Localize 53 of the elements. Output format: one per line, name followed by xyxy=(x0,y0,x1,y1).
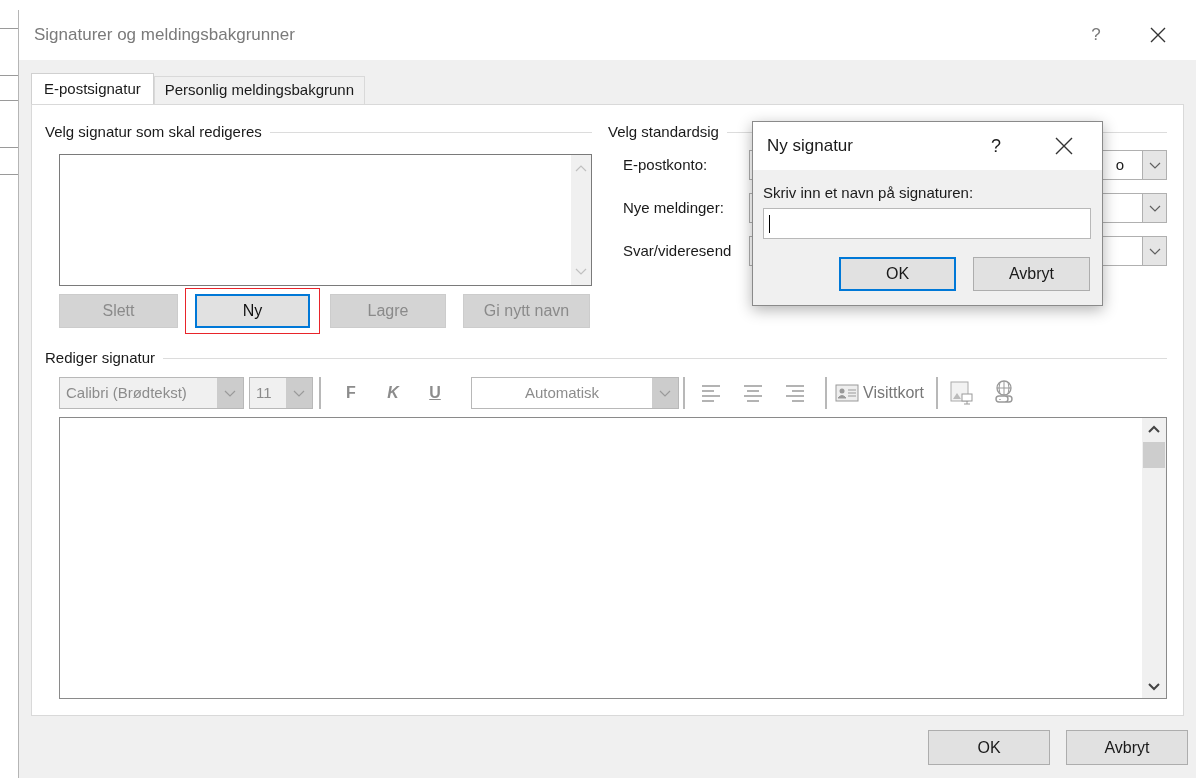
chevron-up-icon xyxy=(1148,425,1160,433)
format-button[interactable]: U xyxy=(423,379,447,407)
business-card-button[interactable]: Visittkort xyxy=(835,379,925,407)
chevron-down-icon xyxy=(1148,204,1161,212)
help-button[interactable]: ? xyxy=(1086,22,1106,48)
name-input[interactable] xyxy=(763,208,1091,239)
close-button[interactable] xyxy=(1148,25,1168,45)
group-heading: Velg signatur som skal redigeres xyxy=(45,121,262,142)
button[interactable]: OK xyxy=(928,730,1050,765)
prompt-label: Skriv inn et navn på signaturen: xyxy=(763,183,975,202)
signature-editor[interactable] xyxy=(59,417,1167,699)
contact-card-icon xyxy=(835,384,859,402)
button[interactable]: Avbryt xyxy=(973,257,1090,291)
chevron-down-icon xyxy=(293,389,305,397)
button[interactable]: Avbryt xyxy=(1066,730,1188,765)
help-button[interactable]: ? xyxy=(988,132,1004,160)
close-button[interactable] xyxy=(1054,136,1074,156)
align-left-icon xyxy=(701,383,721,403)
window-title: Signaturer og meldingsbakgrunner xyxy=(34,24,296,47)
align-right-icon xyxy=(785,383,805,403)
scrollbar-thumb[interactable] xyxy=(1143,442,1165,468)
format-button[interactable]: K xyxy=(381,379,405,407)
dropdown-value: o xyxy=(1115,154,1124,175)
picture-icon xyxy=(950,381,975,405)
field-label: E-postkonto: xyxy=(623,154,709,175)
chevron-down-icon xyxy=(1148,247,1161,255)
chevron-down-icon xyxy=(224,389,236,397)
align-center-icon xyxy=(743,383,763,403)
font-name: Calibri (Brødtekst) xyxy=(65,382,188,403)
chevron-up-icon xyxy=(575,165,587,172)
chevron-down-icon xyxy=(575,268,587,275)
field-label: Svar/videresend xyxy=(623,240,733,261)
format-button[interactable]: F xyxy=(339,379,363,407)
button[interactable]: OK xyxy=(839,257,956,291)
dialog-title: Ny signatur xyxy=(767,135,854,158)
group-heading: Rediger signatur xyxy=(45,347,156,368)
tab[interactable]: Personlig meldingsbakgrunn xyxy=(153,76,365,104)
close-icon xyxy=(1150,27,1166,43)
close-icon xyxy=(1055,137,1073,155)
font-dropdown[interactable]: Calibri (Brødtekst) xyxy=(59,377,244,409)
button[interactable]: Ny xyxy=(195,293,310,328)
group-heading: Velg standardsig xyxy=(608,121,719,142)
field-label: Nye meldinger: xyxy=(623,197,725,218)
text-cursor xyxy=(769,214,770,233)
chevron-down-icon xyxy=(1148,161,1161,169)
font-size: 11 xyxy=(255,382,273,403)
chevron-down-icon xyxy=(659,389,671,397)
tab[interactable]: E-postsignatur xyxy=(31,73,154,105)
color-dropdown[interactable]: Automatisk xyxy=(471,377,679,409)
color-value: Automatisk xyxy=(523,382,601,403)
signature-list[interactable] xyxy=(59,154,592,286)
chevron-down-icon xyxy=(1148,683,1160,691)
size-dropdown[interactable]: 11 xyxy=(249,377,313,409)
